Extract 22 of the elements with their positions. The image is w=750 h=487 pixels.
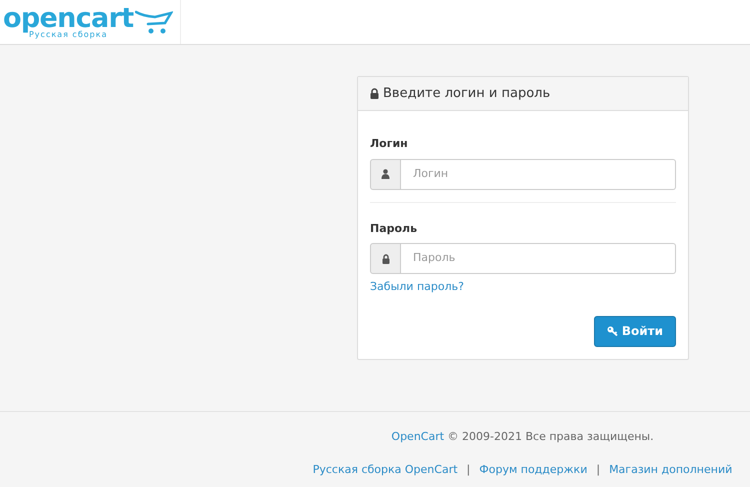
forgot-password-link[interactable]: Забыли пароль? xyxy=(370,279,464,296)
footer-link[interactable]: Магазин дополнений xyxy=(609,462,732,478)
field-label: Пароль xyxy=(370,220,418,236)
lock-icon xyxy=(382,254,390,264)
login-button[interactable]: Войти xyxy=(594,316,676,346)
user-icon xyxy=(381,169,390,179)
opencart-link[interactable]: OpenCart xyxy=(391,430,444,443)
lock-icon xyxy=(370,88,379,99)
link-separator: | xyxy=(466,462,470,478)
cart-icon xyxy=(135,9,174,35)
field-label: Логин xyxy=(370,136,409,152)
input-field[interactable]: Пароль xyxy=(401,243,676,274)
key-icon xyxy=(606,326,618,336)
footer-link[interactable]: Форум поддержки xyxy=(479,462,588,478)
input-field[interactable]: Логин xyxy=(401,158,676,190)
logo[interactable]: opencart Русская сборка xyxy=(3,5,174,39)
footer-link[interactable]: Русская сборка OpenCart xyxy=(312,462,458,478)
panel-title: Введите логин и пароль xyxy=(383,84,550,103)
logo-subtitle: Русская сборка xyxy=(28,31,108,39)
link-separator: | xyxy=(596,462,600,478)
copyright-text: OpenCart © 2009-2021 Все права защищены. xyxy=(391,429,654,445)
logo-wordmark: opencart xyxy=(3,5,134,33)
